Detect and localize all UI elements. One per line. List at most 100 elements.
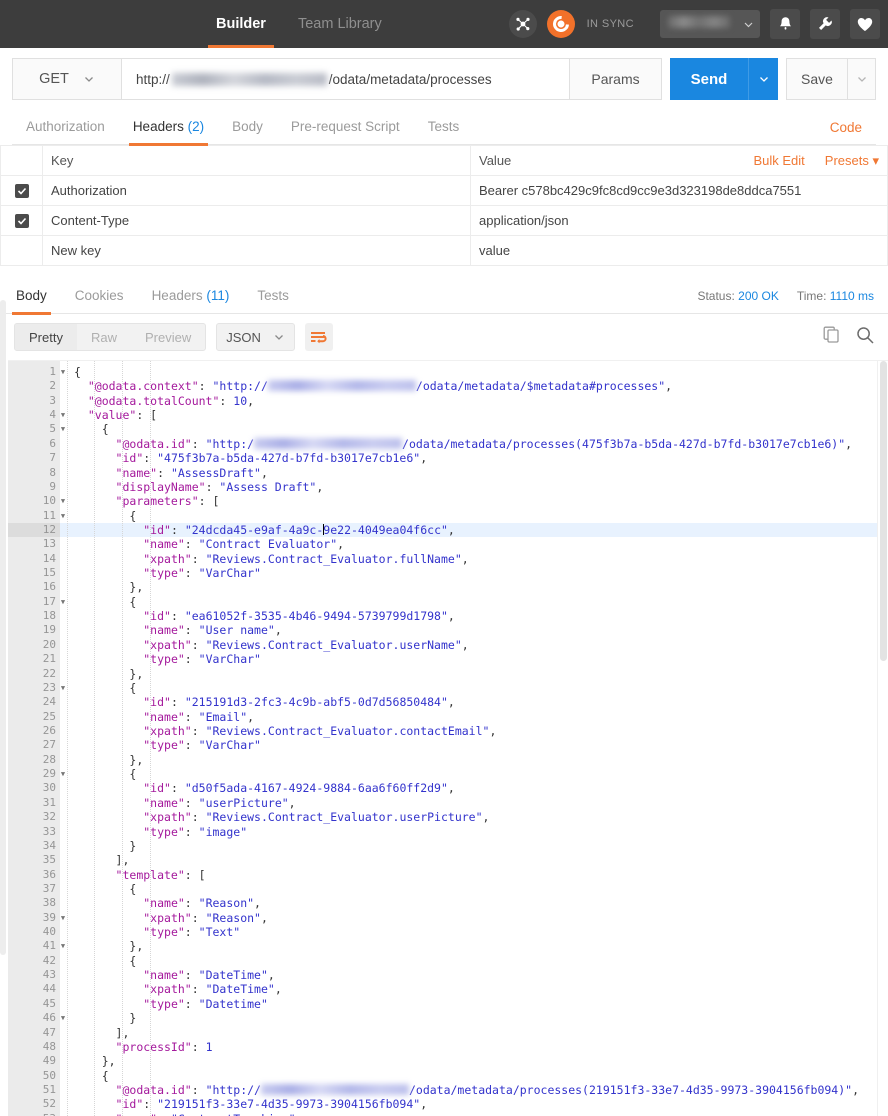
code-line: "name": "userPicture", [143, 795, 296, 810]
header-value-cell[interactable]: Bearer c578bc429c9fc8cd9cc9e3d323198de8d… [470, 175, 888, 206]
http-method-selector[interactable]: GET [12, 58, 122, 100]
line-number: 11 ▼ [8, 509, 65, 523]
line-number: 1 ▼ [8, 365, 65, 379]
code-line: "name": "Reason", [143, 896, 261, 911]
presets-dropdown[interactable]: Presets ▾ [815, 153, 879, 169]
top-nav-right-controls: IN SYNC [508, 9, 888, 39]
heart-icon[interactable] [850, 9, 880, 39]
code-line: ], [115, 853, 130, 868]
tab-authorization[interactable]: Authorization [12, 110, 119, 145]
bell-icon[interactable] [770, 9, 800, 39]
response-tab-body[interactable]: Body [2, 278, 61, 315]
line-number: 34 [42, 838, 56, 852]
scrollbar-thumb[interactable] [880, 361, 887, 661]
code-line: "xpath": "Reviews.Contract_Evaluator.use… [143, 637, 469, 652]
params-label: Params [591, 71, 640, 87]
response-format-selector[interactable]: JSON [216, 323, 295, 351]
user-name-redacted [668, 16, 730, 28]
code-line: "type": "Text" [143, 925, 241, 940]
page-vertical-scrollbar[interactable] [0, 300, 6, 955]
line-number: 6 [49, 436, 56, 450]
chevron-down-icon [84, 77, 93, 82]
http-method-value: GET [39, 71, 69, 87]
code-line: { [129, 680, 137, 695]
postman-sync-icon[interactable] [546, 10, 575, 38]
status-value: 200 OK [738, 288, 779, 303]
code-line: "id": "219151f3-33e7-4d35-9973-3904156fb… [115, 1097, 428, 1112]
header-value-column: Value Bulk Edit Presets ▾ [470, 145, 888, 176]
editor-vertical-scrollbar[interactable] [877, 361, 888, 1116]
line-number: 19 [42, 623, 56, 637]
view-mode-preview[interactable]: Preview [131, 324, 205, 350]
line-number: 37 [42, 881, 56, 895]
tab-team-library[interactable]: Team Library [282, 0, 398, 48]
tab-headers-count: (2) [187, 118, 205, 134]
tab-pre-request-script[interactable]: Pre-request Script [277, 110, 414, 145]
view-mode-raw[interactable]: Raw [77, 324, 131, 350]
code-line: "displayName": "Assess Draft", [115, 479, 324, 494]
code-line: { [129, 953, 137, 968]
view-mode-pretty[interactable]: Pretty [15, 324, 77, 350]
line-number: 32 [42, 810, 56, 824]
line-number: 8 [49, 465, 56, 479]
sync-status-label: IN SYNC [586, 18, 634, 30]
copy-icon[interactable] [823, 326, 840, 348]
line-number: 45 [42, 996, 56, 1010]
save-button[interactable]: Save [786, 58, 848, 100]
code-line: { [129, 767, 137, 782]
tab-tests[interactable]: Tests [414, 110, 474, 145]
line-number: 10 ▼ [8, 494, 65, 508]
code-line: }, [129, 939, 144, 954]
response-tab-headers[interactable]: Headers (11) [138, 278, 244, 314]
wrench-icon[interactable] [810, 9, 840, 39]
line-number: 31 [42, 795, 56, 809]
response-tab-cookies[interactable]: Cookies [61, 278, 138, 314]
new-key-input[interactable]: New key [42, 235, 471, 266]
code-line: "id": "ea61052f-3535-4b46-9494-5739799d1… [143, 609, 455, 624]
code-line: "parameters": [ [115, 494, 220, 509]
code-link[interactable]: Code [830, 120, 876, 135]
code-line: "@odata.totalCount": 10, [87, 393, 255, 408]
code-line: "processId": 1 [115, 1039, 213, 1054]
row-checkbox-cell-empty [0, 235, 43, 266]
chevron-down-icon [857, 77, 866, 82]
code-line: { [101, 422, 109, 437]
header-key-cell[interactable]: Content-Type [42, 205, 471, 236]
word-wrap-icon[interactable] [304, 323, 333, 351]
header-row-checkbox[interactable] [14, 183, 29, 198]
line-number: 41 ▼ [8, 939, 65, 953]
request-url-row: GET http:// /odata/metadata/processes Par… [12, 58, 876, 100]
line-number: 48 [42, 1039, 56, 1053]
line-number: 29 ▼ [8, 767, 65, 781]
request-section-tabs: Authorization Headers (2) Body Pre-reque… [12, 110, 876, 146]
request-url-input[interactable]: http:// /odata/metadata/processes [122, 58, 570, 100]
tab-headers[interactable]: Headers (2) [119, 110, 218, 146]
response-tab-tests[interactable]: Tests [243, 278, 303, 314]
search-icon[interactable] [856, 326, 874, 349]
new-value-input[interactable]: value [470, 235, 888, 266]
tab-body[interactable]: Body [218, 110, 277, 145]
header-value-cell[interactable]: application/json [470, 205, 888, 236]
response-body-editor[interactable]: 1 ▼ 2 3 4 ▼ 5 ▼ 6 7 8 9 10 ▼ 11 ▼ 12 13 14 15 16 17 ▼ 18 19 20 21 2… [8, 360, 888, 1116]
response-tab-headers-count: (11) [206, 287, 230, 303]
line-number: 51 [42, 1082, 56, 1096]
params-button[interactable]: Params [570, 58, 662, 100]
editor-code-content[interactable]: { "@odata.context": "http:///odata/metad… [60, 361, 888, 1116]
bulk-edit-button[interactable]: Bulk Edit [743, 153, 814, 168]
tab-team-library-label: Team Library [297, 16, 382, 32]
user-account-dropdown[interactable] [660, 10, 760, 38]
save-options-dropdown[interactable] [848, 58, 876, 100]
tab-builder[interactable]: Builder [200, 0, 282, 48]
line-number: 33 [42, 824, 56, 838]
row-checkbox-cell [0, 205, 43, 236]
share-network-icon[interactable] [508, 10, 537, 38]
tab-builder-label: Builder [216, 16, 266, 32]
send-options-dropdown[interactable] [748, 58, 778, 100]
status-label: Status: [697, 288, 735, 303]
header-row-checkbox[interactable] [14, 213, 29, 228]
send-button[interactable]: Send [670, 58, 748, 100]
header-key-cell[interactable]: Authorization [42, 175, 471, 206]
line-number: 28 [42, 752, 56, 766]
line-number: 49 [42, 1054, 56, 1068]
table-row-new: New key value [0, 235, 888, 266]
